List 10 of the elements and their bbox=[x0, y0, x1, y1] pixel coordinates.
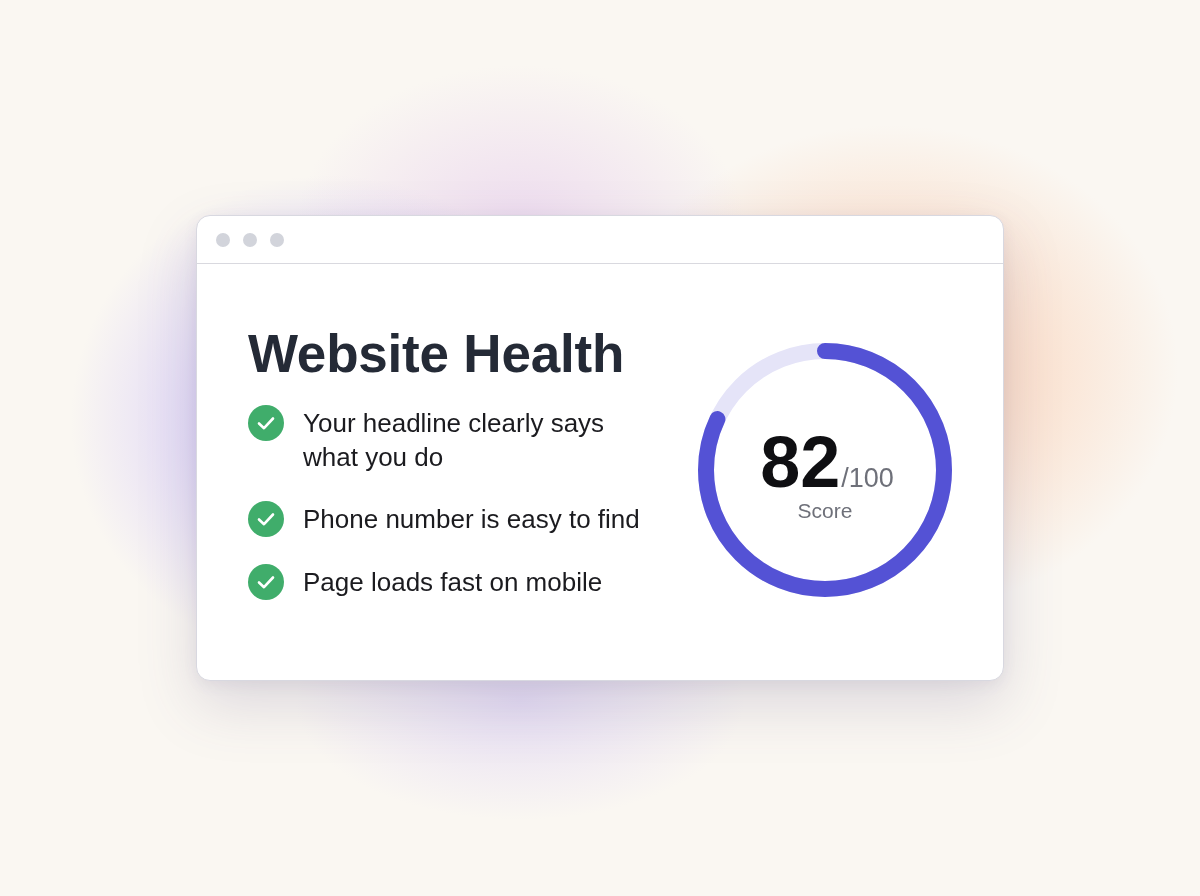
checklist-item-text: Page loads fast on mobile bbox=[303, 566, 603, 599]
window-dot-icon bbox=[243, 232, 257, 247]
score-label: Score bbox=[797, 498, 853, 524]
score-value: 82 bbox=[760, 427, 841, 497]
checklist-item-text: Your headline clearly says what you do bbox=[303, 407, 606, 474]
window-dot-icon bbox=[270, 232, 284, 247]
window-dot-icon bbox=[216, 232, 230, 247]
score-max: /100 bbox=[841, 463, 894, 493]
checklist-item-text: Phone number is easy to find bbox=[303, 503, 640, 536]
page-title: Website Health bbox=[248, 324, 626, 384]
